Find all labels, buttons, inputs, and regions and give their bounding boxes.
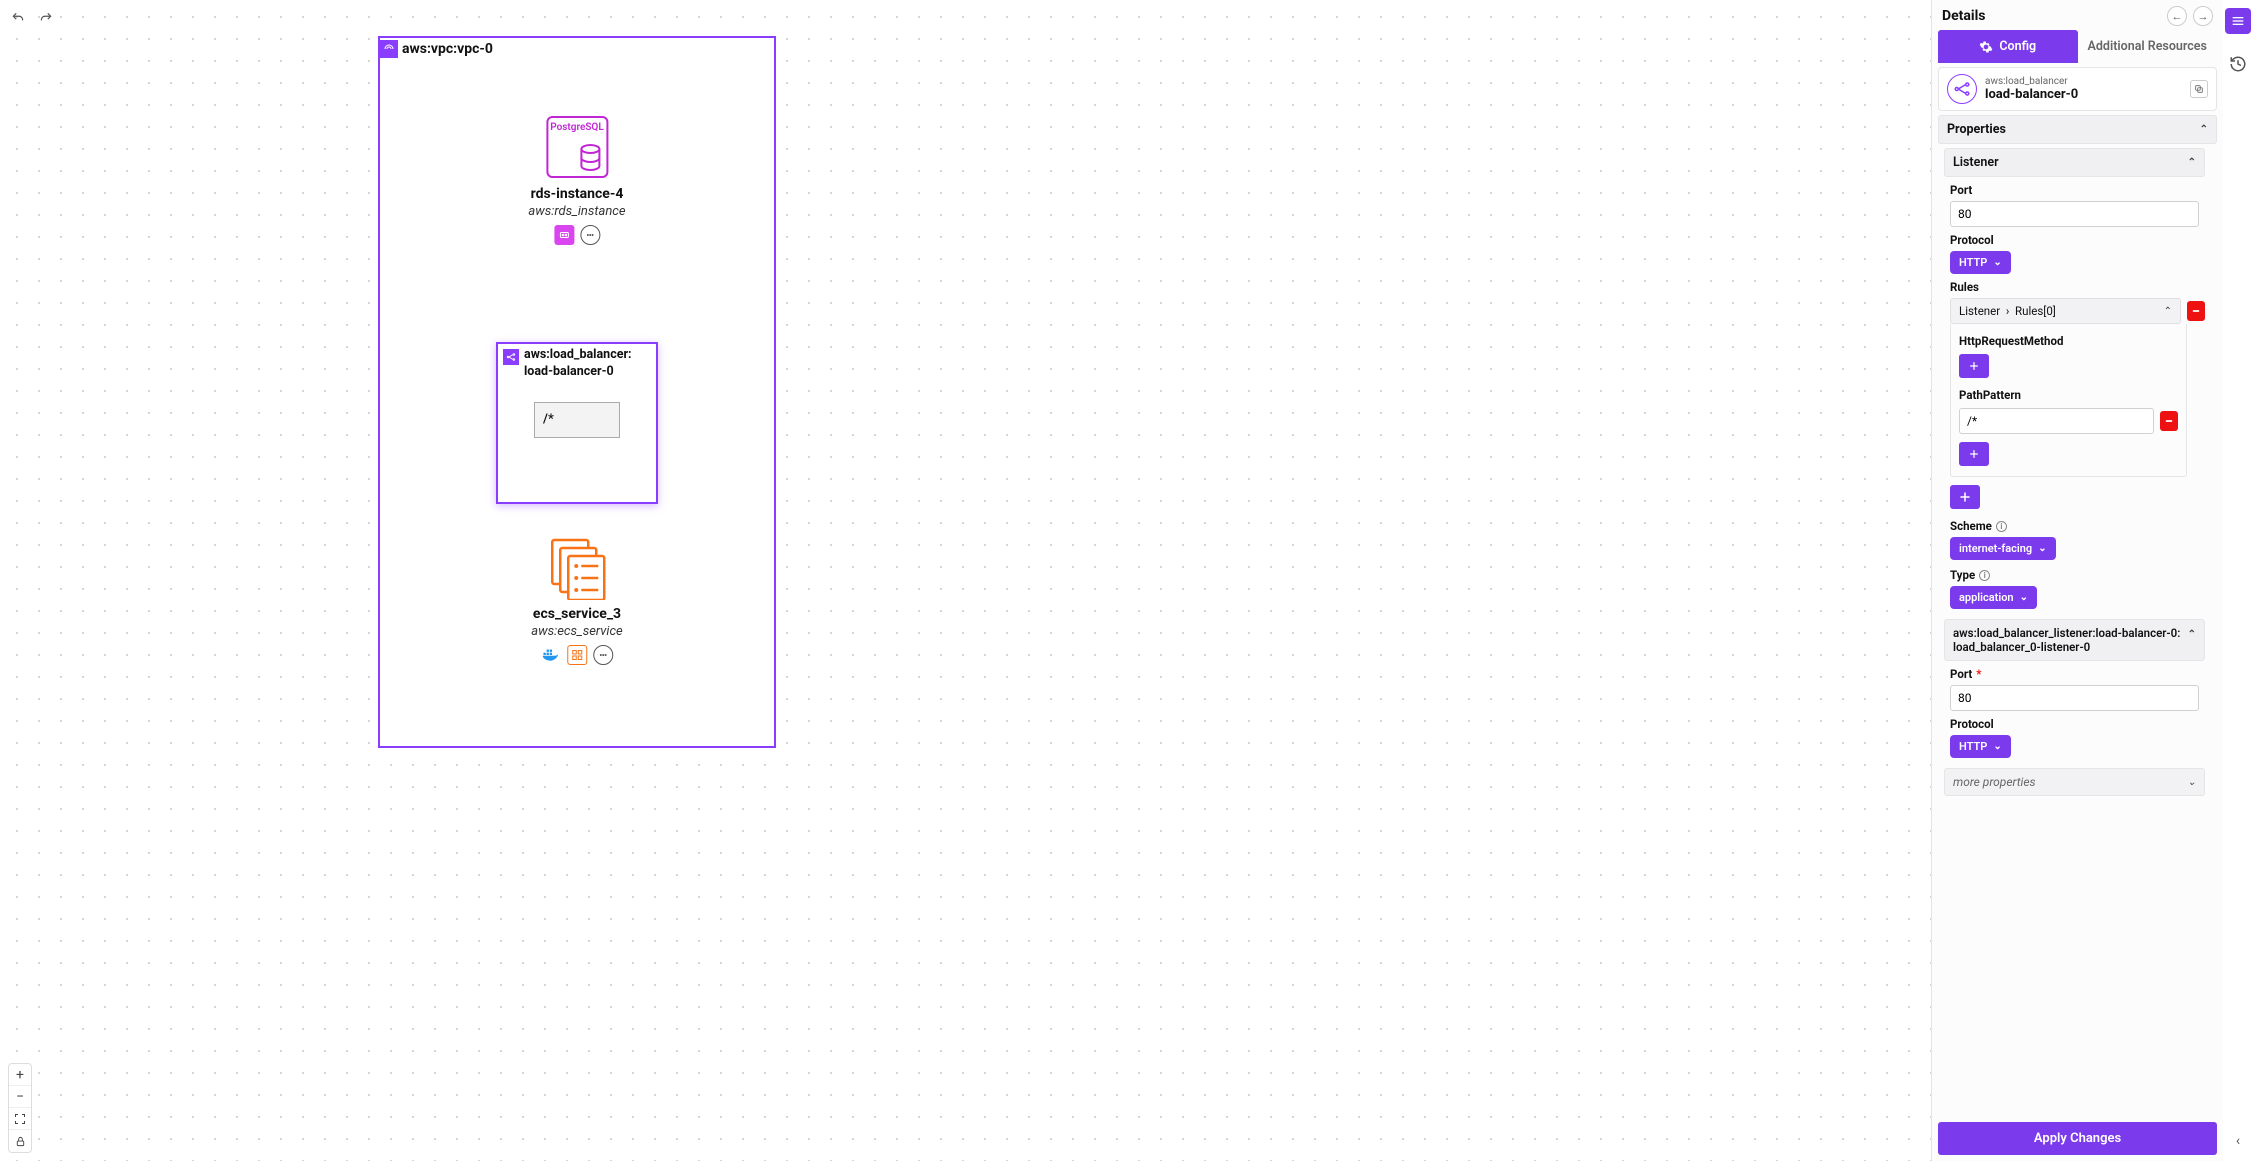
remove-path-pattern-button[interactable] [2160,411,2178,431]
fit-view-button[interactable] [9,1108,31,1130]
listener-header[interactable]: Listener ⌃ [1944,148,2205,177]
listener-res-protocol-label: Protocol [1950,717,2211,731]
path-pattern-input[interactable] [1959,408,2154,434]
add-http-method-button[interactable] [1959,354,1989,378]
load-balancer-title: aws:load_balancer: load-balancer-0 [519,347,632,381]
vpc-container[interactable]: aws:vpc:vpc-0 PostgreSQL rds-instance-4 … [378,36,776,748]
rules-label: Rules [1950,280,2211,294]
details-panel: Details ← → Config Additional Resources … [1931,0,2223,1161]
listener-res-port-input[interactable] [1950,685,2199,711]
rds-more-button[interactable]: ••• [580,225,600,245]
prev-resource-button[interactable]: ← [2167,6,2187,26]
listener-port-input[interactable] [1950,201,2199,227]
collapse-panel-button[interactable]: ‹ [2228,1131,2248,1151]
details-title: Details [1942,8,1986,24]
listener-port-label: Port [1950,183,2211,197]
listener-protocol-label: Protocol [1950,233,2211,247]
scheme-select[interactable]: internet-facing⌄ [1950,537,2056,560]
selected-name: load-balancer-0 [1985,87,2182,102]
load-balancer-node[interactable]: aws:load_balancer: load-balancer-0 /* [496,342,658,504]
zoom-out-button[interactable]: − [9,1086,31,1108]
chevron-down-icon: ⌄ [1993,741,2001,752]
info-icon[interactable]: i [1979,570,1990,581]
vpc-label: aws:vpc:vpc-0 [398,41,493,57]
scheme-label: Schemei [1950,519,2211,533]
chevron-down-icon: ⌄ [1993,257,2001,268]
listener-res-protocol-select[interactable]: HTTP⌄ [1950,735,2011,758]
ecs-icon [548,536,606,600]
listener-resource-header[interactable]: aws:load_balancer_listener:load-balancer… [1944,619,2205,661]
next-resource-button[interactable]: → [2193,6,2213,26]
ecs-type: aws:ecs_service [531,624,622,639]
ecs-node[interactable]: ecs_service_3 aws:ecs_service ••• [531,536,622,665]
canvas-grid [0,0,1931,1161]
vpc-icon [380,40,398,58]
canvas-area[interactable]: + − aws:vpc:vpc-0 PostgreSQL [0,0,1931,1161]
redo-button[interactable] [36,8,56,28]
docker-icon[interactable] [541,645,561,665]
lock-button[interactable] [9,1130,31,1152]
add-path-pattern-button[interactable] [1959,442,1989,466]
rds-icon: PostgreSQL [546,116,608,178]
right-rail: ‹ [2223,0,2253,1161]
rds-sub-icon-1[interactable] [554,225,574,245]
tab-config[interactable]: Config [1938,30,2078,63]
rds-engine-label: PostgreSQL [548,122,606,133]
undo-button[interactable] [8,8,28,28]
chevron-down-icon: ⌄ [2020,592,2028,603]
ecs-name: ecs_service_3 [531,606,622,622]
chevron-up-icon: ⌃ [2200,124,2208,135]
chevron-down-icon: ⌄ [2188,777,2196,788]
chevron-down-icon: ⌄ [2038,543,2046,554]
selected-resource-row: aws:load_balancer load-balancer-0 [1938,67,2217,111]
selected-type: aws:load_balancer [1985,76,2182,87]
chevron-up-icon: ⌃ [2164,306,2172,317]
rds-node[interactable]: PostgreSQL rds-instance-4 aws:rds_instan… [528,116,625,245]
menu-button[interactable] [2225,8,2251,34]
more-properties-toggle[interactable]: more properties ⌄ [1944,768,2205,796]
zoom-in-button[interactable]: + [9,1064,31,1086]
history-button[interactable] [2228,54,2248,74]
tab-additional-resources[interactable]: Additional Resources [2078,30,2218,63]
rule-breadcrumb[interactable]: Listener › Rules[0] ⌃ [1950,298,2181,324]
rds-type: aws:rds_instance [528,204,625,219]
copy-id-button[interactable] [2190,80,2208,98]
listener-res-port-label: Port * [1950,667,2211,681]
chevron-up-icon: ⌃ [2188,157,2196,168]
properties-header[interactable]: Properties ⌃ [1938,115,2217,144]
http-request-method-label: HttpRequestMethod [1959,334,2178,348]
ecs-more-button[interactable]: ••• [593,645,613,665]
path-pattern-label: PathPattern [1959,388,2178,402]
info-icon[interactable]: i [1996,521,2007,532]
remove-rule-button[interactable] [2187,301,2205,321]
ecs-sub-icon-2[interactable] [567,645,587,665]
apply-changes-button[interactable]: Apply Changes [1938,1122,2217,1155]
add-rule-button[interactable] [1950,485,1980,509]
type-select[interactable]: application⌄ [1950,586,2037,609]
load-balancer-icon [503,349,519,365]
chevron-up-icon: ⌃ [2188,629,2196,640]
listener-protocol-select[interactable]: HTTP⌄ [1950,251,2011,274]
selected-resource-icon [1947,74,1977,104]
type-label: Typei [1950,568,2211,582]
rds-name: rds-instance-4 [528,186,625,202]
load-balancer-pattern[interactable]: /* [534,402,620,438]
